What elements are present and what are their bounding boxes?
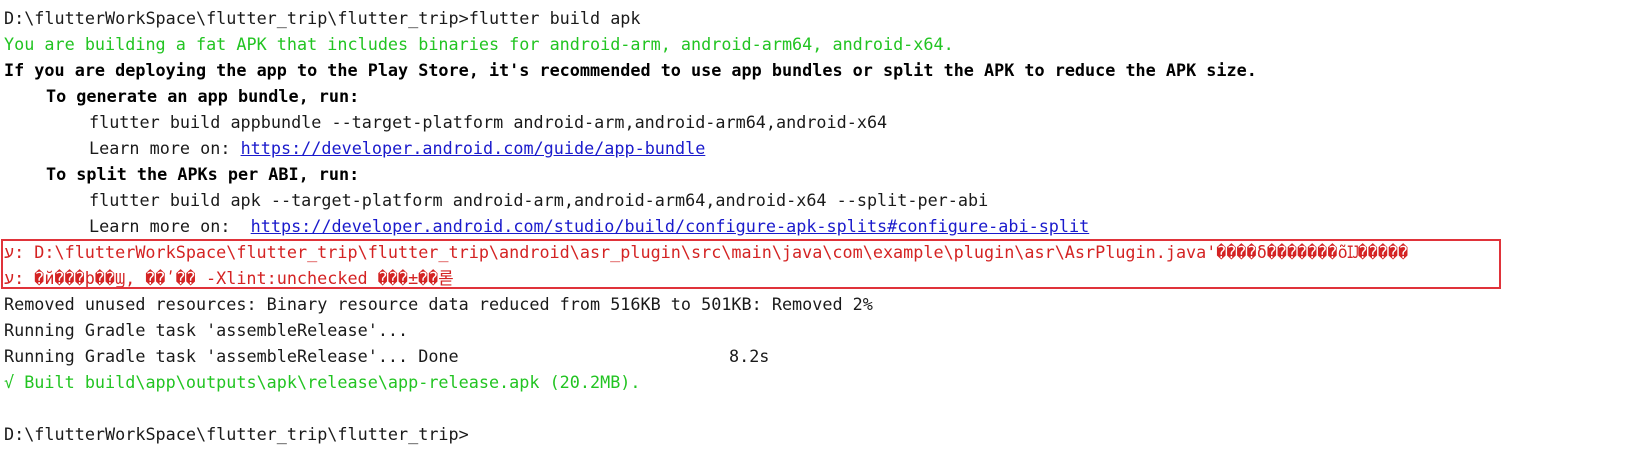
removed-resources-line: Removed unused resources: Binary resourc… <box>4 294 873 314</box>
apk-splits-link[interactable]: https://developer.android.com/studio/bui… <box>251 216 1090 236</box>
learn-more-line-1: Learn more on: https://developer.android… <box>89 135 705 161</box>
play-store-notice: If you are deploying the app to the Play… <box>4 60 1257 80</box>
split-command: flutter build apk --target-platform andr… <box>89 190 989 210</box>
final-prompt-line[interactable]: D:\flutterWorkSpace\flutter_trip\flutter… <box>4 421 469 447</box>
learn-more-line-2: Learn more on: https://developer.android… <box>89 213 1089 239</box>
fat-apk-notice: You are building a fat APK that includes… <box>4 34 954 54</box>
bundle-heading: To generate an app bundle, run: <box>46 86 360 106</box>
learn-more-label: Learn more on: <box>89 138 241 158</box>
split-heading: To split the APKs per ABI, run: <box>46 164 360 184</box>
error-line-2: ע: �й���ϸ��Ϣ, ��ʹ�� -Xlint:unchecked ���… <box>4 268 454 288</box>
gradle-done-text: Running Gradle task 'assembleRelease'...… <box>4 346 459 366</box>
built-result-line: √ Built build\app\outputs\apk\release\ap… <box>4 372 641 392</box>
terminal-output[interactable]: D:\flutterWorkSpace\flutter_trip\flutter… <box>0 0 1627 453</box>
app-bundle-link[interactable]: https://developer.android.com/guide/app-… <box>241 138 706 158</box>
learn-more-label: Learn more on: <box>89 216 251 236</box>
error-line-1: ע: D:\flutterWorkSpace\flutter_trip\flut… <box>4 242 1409 262</box>
gradle-duration: 8.2s <box>729 346 770 366</box>
gradle-running-line: Running Gradle task 'assembleRelease'... <box>4 320 409 340</box>
bundle-command: flutter build appbundle --target-platfor… <box>89 112 888 132</box>
prompt-command-line: D:\flutterWorkSpace\flutter_trip\flutter… <box>4 8 641 28</box>
gradle-done-line: Running Gradle task 'assembleRelease'...… <box>4 343 1004 369</box>
